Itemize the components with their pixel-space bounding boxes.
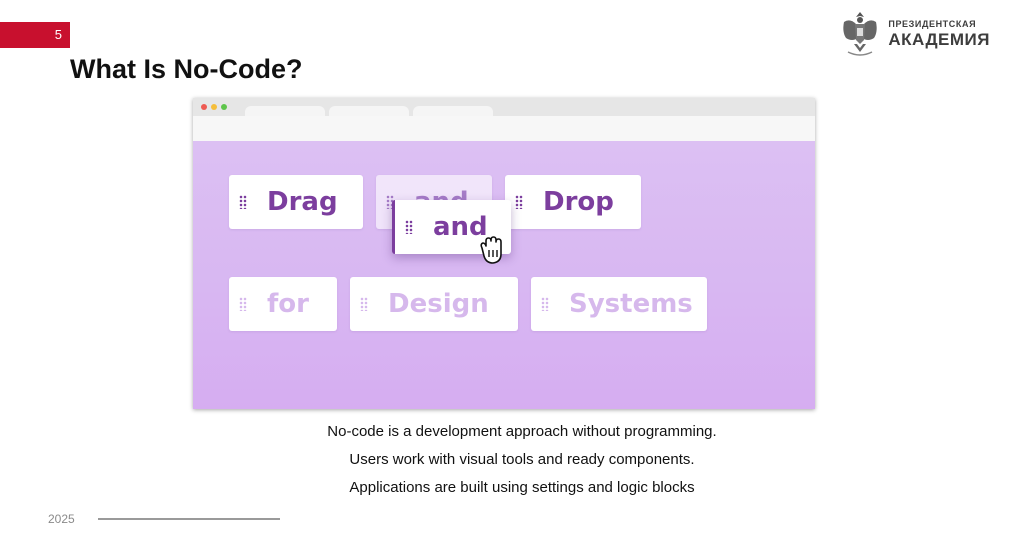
drag-grip-icon <box>541 297 549 311</box>
browser-content: Drag and Drop and for Design <box>193 141 815 409</box>
window-maximize-dot-icon <box>221 104 227 110</box>
word-block-drag: Drag <box>229 175 363 229</box>
drag-grip-icon <box>239 297 247 311</box>
drag-grip-icon <box>360 297 368 311</box>
word-label: Drop <box>543 187 614 217</box>
caption-line: Applications are built using settings an… <box>349 479 695 496</box>
logo-line-1: ПРЕЗИДЕНТСКАЯ <box>888 19 977 29</box>
drag-grip-icon <box>515 195 523 209</box>
word-label: Systems <box>569 289 693 319</box>
word-block-systems: Systems <box>531 277 707 331</box>
window-minimize-dot-icon <box>211 104 217 110</box>
caption-list: No-code is a development approach withou… <box>193 418 851 502</box>
browser-title-bar <box>193 98 815 118</box>
logo-text: ПРЕЗИДЕНТСКАЯ АКАДЕМИЯ <box>888 19 990 49</box>
eagle-emblem-icon <box>843 12 878 56</box>
academy-logo: ПРЕЗИДЕНТСКАЯ АКАДЕМИЯ <box>840 8 990 60</box>
caption-line: No-code is a development approach withou… <box>327 423 717 440</box>
word-label: Drag <box>267 187 338 217</box>
slide-number-badge: 5 <box>0 22 70 48</box>
slide-number: 5 <box>54 27 62 42</box>
footer-year: 2025 <box>48 512 75 526</box>
word-block-drop: Drop <box>505 175 641 229</box>
logo-line-2: АКАДЕМИЯ <box>888 30 990 49</box>
drag-grip-icon <box>405 220 413 234</box>
drag-grip-icon <box>239 195 247 209</box>
grab-hand-icon <box>480 236 502 264</box>
footer-divider <box>98 518 280 520</box>
word-block-design: Design <box>350 277 518 331</box>
word-label: Design <box>388 289 489 319</box>
drag-and-drop-illustration: Drag and Drop and for Design <box>193 98 815 409</box>
word-label: for <box>267 289 309 319</box>
window-close-dot-icon <box>201 104 207 110</box>
browser-toolbar <box>193 116 815 141</box>
caption-line: Users work with visual tools and ready c… <box>349 451 695 468</box>
slide-title: What Is No-Code? <box>70 54 303 84</box>
word-block-for: for <box>229 277 337 331</box>
